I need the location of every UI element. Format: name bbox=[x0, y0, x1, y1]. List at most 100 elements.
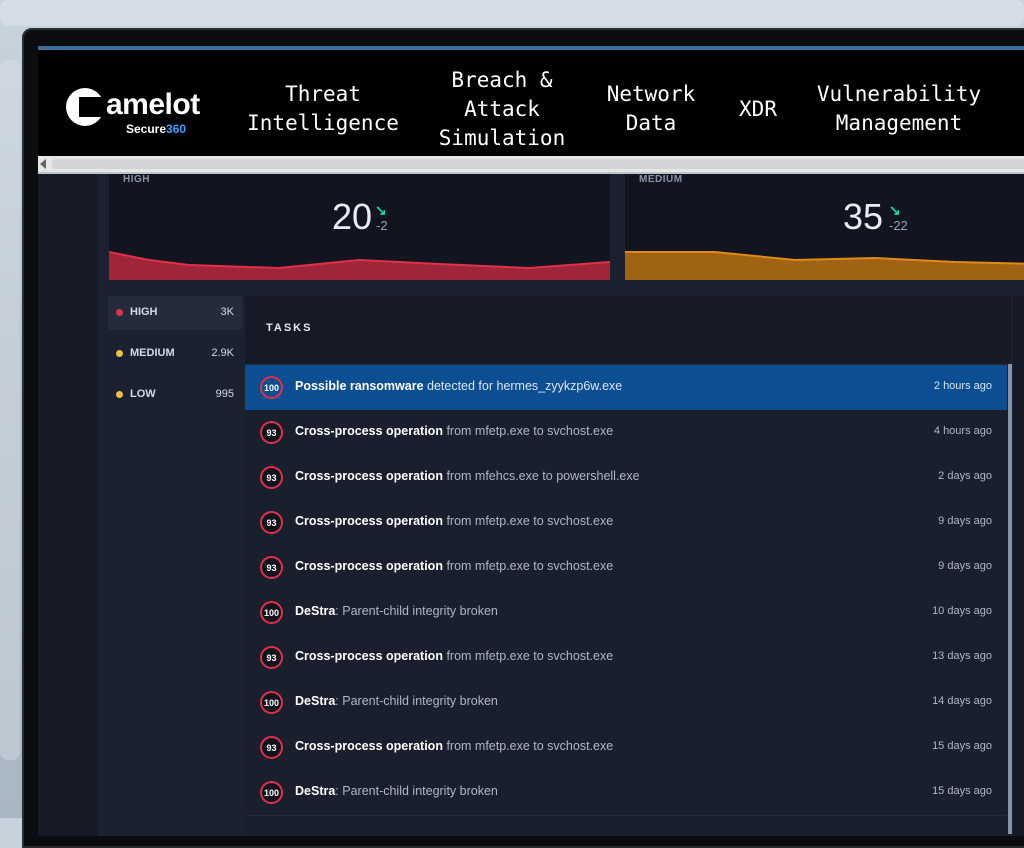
kpi-label: MEDIUM bbox=[639, 174, 683, 185]
task-detail: : Parent-child integrity broken bbox=[335, 784, 498, 798]
task-detail: from mfehcs.exe to powershell.exe bbox=[442, 469, 640, 483]
risk-score-badge: 100 bbox=[260, 376, 283, 399]
task-row[interactable]: 100 DeStra: Parent-child integrity broken… bbox=[245, 680, 1007, 726]
task-detail: detected for hermes_zyykzp6w.exe bbox=[423, 379, 623, 393]
task-title: Cross-process operation bbox=[295, 469, 443, 483]
kpi-delta: -22 bbox=[889, 218, 908, 233]
nav-xdr[interactable]: XDR bbox=[732, 95, 784, 124]
kpi-value: 35 bbox=[843, 196, 884, 237]
severity-dot-icon bbox=[116, 350, 123, 357]
task-description: DeStra: Parent-child integrity broken bbox=[295, 784, 498, 798]
task-timestamp: 13 days ago bbox=[932, 650, 992, 662]
right-panel-edge bbox=[1013, 296, 1024, 836]
task-detail: : Parent-child integrity broken bbox=[335, 694, 498, 708]
left-gutter bbox=[38, 174, 98, 836]
kpi-card-high[interactable]: HIGH 20 ↘ -2 bbox=[109, 174, 610, 280]
top-navigation-bar: amelot Secure360 Threat Intelligence Bre… bbox=[38, 46, 1024, 160]
risk-score-badge: 100 bbox=[260, 601, 283, 624]
task-timestamp: 2 hours ago bbox=[933, 380, 992, 392]
risk-score-badge: 93 bbox=[260, 466, 283, 489]
task-row[interactable]: 93 Cross-process operation from mfetp.exe… bbox=[245, 500, 1007, 546]
task-row[interactable]: 93 Cross-process operation from mfehcs.ex… bbox=[245, 455, 1007, 501]
severity-item-medium[interactable]: MEDIUM 2.9K bbox=[108, 337, 242, 371]
task-description: Possible ransomware detected for hermes_… bbox=[295, 379, 622, 393]
task-row[interactable]: 100 DeStra: Parent-child integrity broken… bbox=[245, 590, 1007, 636]
screen: amelot Secure360 Threat Intelligence Bre… bbox=[38, 46, 1024, 836]
task-title: DeStra bbox=[295, 694, 336, 708]
risk-score-badge: 100 bbox=[260, 781, 283, 804]
nav-breach-attack-simulation[interactable]: Breach & Attack Simulation bbox=[436, 66, 568, 153]
nav-threat-intelligence[interactable]: Threat Intelligence bbox=[245, 80, 401, 138]
severity-item-low[interactable]: LOW 995 bbox=[108, 378, 242, 412]
task-title: Cross-process operation bbox=[295, 559, 443, 573]
task-timestamp: 15 days ago bbox=[932, 740, 992, 752]
camelot-logo[interactable]: amelot Secure360 bbox=[66, 86, 246, 136]
task-description: DeStra: Parent-child integrity broken bbox=[295, 694, 498, 708]
risk-score-badge: 100 bbox=[260, 691, 283, 714]
horizontal-scrollbar[interactable] bbox=[38, 156, 1024, 174]
task-timestamp: 2 days ago bbox=[938, 470, 992, 482]
task-row[interactable]: 93 Cross-process operation from mfetp.exe… bbox=[245, 725, 1007, 771]
tasks-panel: TASKS 100 Possible ransomware detected fo… bbox=[245, 296, 1011, 836]
task-description: Cross-process operation from mfetp.exe t… bbox=[295, 649, 613, 663]
scroll-left-arrow-icon[interactable] bbox=[40, 159, 46, 169]
high-trend-sparkline bbox=[109, 251, 610, 280]
task-detail: from mfetp.exe to svchost.exe bbox=[442, 649, 614, 663]
task-description: Cross-process operation from mfetp.exe t… bbox=[295, 424, 613, 438]
severity-dot-icon bbox=[116, 391, 123, 398]
task-row[interactable]: 93 Cross-process operation from mfetp.exe… bbox=[245, 635, 1007, 681]
logo-subtitle: Secure360 bbox=[126, 122, 187, 136]
trend-down-icon: ↘ bbox=[375, 202, 387, 218]
task-timestamp: 10 days ago bbox=[932, 605, 992, 617]
kpi-value: 20 bbox=[332, 196, 373, 237]
kpi-delta: -2 bbox=[376, 218, 388, 233]
nav-vulnerability-management[interactable]: Vulnerability Management bbox=[814, 80, 984, 138]
logo-wordmark: amelot bbox=[106, 88, 200, 121]
task-title: Cross-process operation bbox=[295, 739, 443, 753]
risk-score-badge: 93 bbox=[260, 736, 283, 759]
task-title: Cross-process operation bbox=[295, 649, 443, 663]
task-timestamp: 14 days ago bbox=[932, 695, 992, 707]
severity-dot-icon bbox=[116, 309, 123, 316]
risk-score-badge: 93 bbox=[260, 511, 283, 534]
task-timestamp: 15 days ago bbox=[932, 785, 992, 797]
task-detail: : Parent-child integrity broken bbox=[335, 604, 498, 618]
kpi-card-medium[interactable]: MEDIUM 35 ↘ -22 bbox=[625, 174, 1024, 280]
task-row[interactable]: 100 DeStra: Parent-child integrity broken… bbox=[245, 770, 1007, 816]
task-title: Possible ransomware bbox=[295, 379, 424, 393]
task-timestamp: 4 hours ago bbox=[933, 425, 992, 437]
medium-trend-sparkline bbox=[625, 251, 1024, 280]
task-timestamp: 9 days ago bbox=[938, 560, 992, 572]
nav-network-data[interactable]: Network Data bbox=[603, 80, 699, 138]
risk-score-badge: 93 bbox=[260, 421, 283, 444]
task-timestamp: 9 days ago bbox=[938, 515, 992, 527]
dashboard-content: HIGH 20 ↘ -2 MEDIUM 35 ↘ -22 HIGH 3K MED… bbox=[38, 174, 1024, 836]
task-row[interactable]: 93 Cross-process operation from mfetp.exe… bbox=[245, 545, 1007, 591]
risk-score-badge: 93 bbox=[260, 646, 283, 669]
logo-mark-icon bbox=[66, 88, 105, 126]
task-detail: from mfetp.exe to svchost.exe bbox=[442, 424, 614, 438]
task-detail: from mfetp.exe to svchost.exe bbox=[442, 739, 614, 753]
task-detail: from mfetp.exe to svchost.exe bbox=[442, 559, 614, 573]
risk-score-badge: 93 bbox=[260, 556, 283, 579]
task-title: DeStra bbox=[295, 784, 336, 798]
task-row[interactable]: 93 Cross-process operation from mfetp.exe… bbox=[245, 410, 1007, 456]
tasks-title: TASKS bbox=[266, 322, 313, 334]
kpi-label: HIGH bbox=[123, 174, 150, 185]
vertical-scrollbar[interactable] bbox=[1008, 364, 1012, 834]
severity-filter: HIGH 3K MEDIUM 2.9K LOW 995 bbox=[108, 296, 242, 422]
task-description: DeStra: Parent-child integrity broken bbox=[295, 604, 498, 618]
tasks-header: TASKS bbox=[245, 296, 1011, 365]
task-description: Cross-process operation from mfetp.exe t… bbox=[295, 559, 613, 573]
scrollbar-thumb[interactable] bbox=[52, 159, 1024, 169]
task-description: Cross-process operation from mfehcs.exe … bbox=[295, 469, 640, 483]
task-row[interactable]: 100 Possible ransomware detected for herm… bbox=[245, 365, 1007, 411]
task-title: DeStra bbox=[295, 604, 336, 618]
task-description: Cross-process operation from mfetp.exe t… bbox=[295, 739, 613, 753]
task-title: Cross-process operation bbox=[295, 424, 443, 438]
task-title: Cross-process operation bbox=[295, 514, 443, 528]
task-description: Cross-process operation from mfetp.exe t… bbox=[295, 514, 613, 528]
trend-down-icon: ↘ bbox=[889, 202, 901, 218]
severity-item-high[interactable]: HIGH 3K bbox=[108, 296, 242, 330]
task-detail: from mfetp.exe to svchost.exe bbox=[442, 514, 614, 528]
